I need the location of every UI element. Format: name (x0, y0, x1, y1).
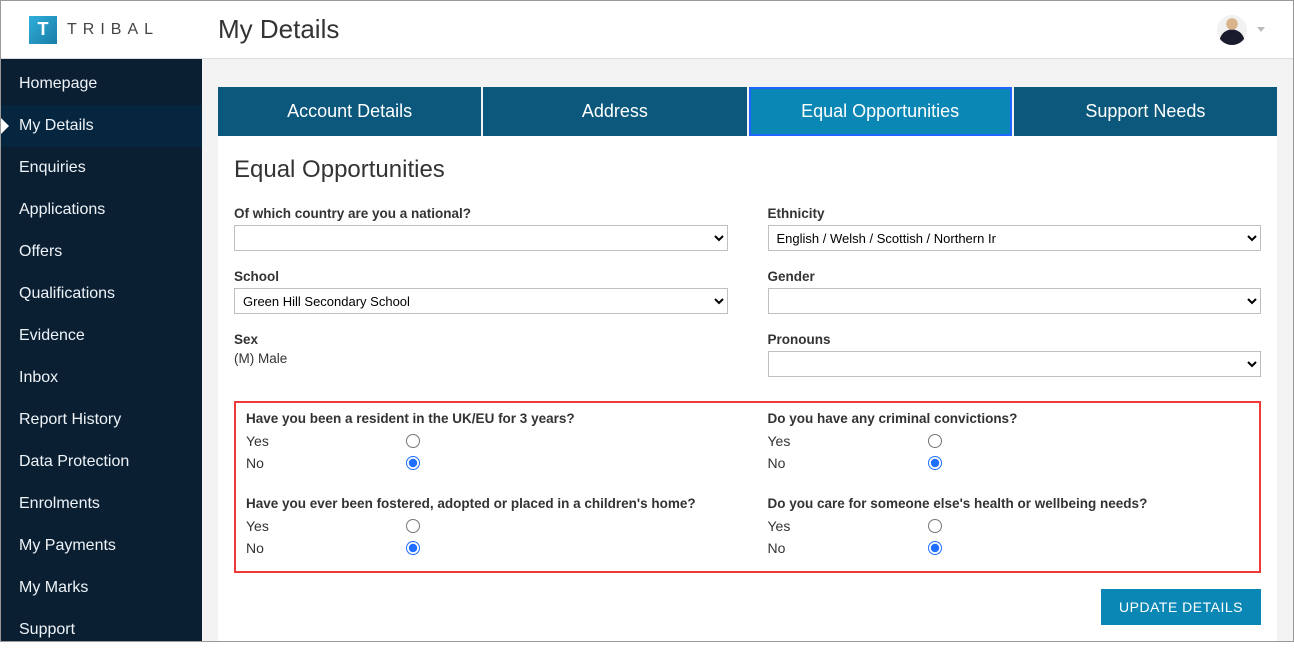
page-title: My Details (202, 14, 1217, 45)
radio-fostered-yes[interactable] (406, 519, 420, 533)
sidebar-item-report-history[interactable]: Report History (1, 399, 202, 441)
field-nationality: Of which country are you a national? (234, 206, 728, 251)
avatar (1217, 15, 1247, 45)
brand: T TRIBAL (1, 16, 202, 44)
option-no-label: No (246, 540, 406, 556)
sidebar-item-label: Support (19, 621, 75, 638)
field-pronouns: Pronouns (768, 332, 1262, 377)
actions: UPDATE DETAILS (234, 589, 1261, 625)
radio-resident-yes[interactable] (406, 434, 420, 448)
tab-equal-opportunities[interactable]: Equal Opportunities (749, 87, 1012, 136)
field-sex: Sex (M) Male (234, 332, 728, 377)
sidebar-item-support[interactable]: Support (1, 609, 202, 651)
radio-carer-yes[interactable] (928, 519, 942, 533)
update-details-button[interactable]: UPDATE DETAILS (1101, 589, 1261, 625)
radio-resident-no[interactable] (406, 456, 420, 470)
radio-criminal-yes[interactable] (928, 434, 942, 448)
sidebar-item-homepage[interactable]: Homepage (1, 63, 202, 105)
brand-name: TRIBAL (67, 21, 159, 39)
content-area: Account Details Address Equal Opportunit… (202, 59, 1293, 641)
sidebar-item-enquiries[interactable]: Enquiries (1, 147, 202, 189)
sidebar-item-label: My Payments (19, 537, 116, 554)
tab-support-needs[interactable]: Support Needs (1014, 87, 1277, 136)
sidebar-item-label: Enquiries (19, 159, 86, 176)
radio-carer-no[interactable] (928, 541, 942, 555)
radio-criminal-no[interactable] (928, 456, 942, 470)
option-yes-label: Yes (246, 433, 406, 449)
label-pronouns: Pronouns (768, 332, 1262, 347)
value-sex: (M) Male (234, 351, 728, 366)
chevron-down-icon (1257, 27, 1265, 32)
sidebar-item-label: My Marks (19, 579, 88, 596)
topbar: T TRIBAL My Details (1, 1, 1293, 59)
tab-address[interactable]: Address (483, 87, 746, 136)
sidebar-item-label: Report History (19, 411, 121, 428)
radio-fostered-no[interactable] (406, 541, 420, 555)
option-yes-label: Yes (246, 518, 406, 534)
option-no-label: No (246, 455, 406, 471)
select-pronouns[interactable] (768, 351, 1262, 377)
question-resident: Have you been a resident in the UK/EU fo… (246, 411, 728, 474)
sidebar-item-label: Inbox (19, 369, 58, 386)
label-school: School (234, 269, 728, 284)
sidebar-item-data-protection[interactable]: Data Protection (1, 441, 202, 483)
sidebar-item-my-details[interactable]: My Details (1, 105, 202, 147)
sidebar-item-label: My Details (19, 117, 94, 134)
sidebar-item-applications[interactable]: Applications (1, 189, 202, 231)
section-heading: Equal Opportunities (234, 156, 1261, 184)
sidebar-item-enrolments[interactable]: Enrolments (1, 483, 202, 525)
question-carer: Do you care for someone else's health or… (768, 496, 1250, 559)
sidebar: Homepage My Details Enquiries Applicatio… (1, 59, 202, 641)
option-yes-label: Yes (768, 518, 928, 534)
question-label: Do you have any criminal convictions? (768, 411, 1250, 426)
question-fostered: Have you ever been fostered, adopted or … (246, 496, 728, 559)
sidebar-item-label: Qualifications (19, 285, 115, 302)
sidebar-item-label: Applications (19, 201, 105, 218)
sidebar-item-label: Homepage (19, 75, 97, 92)
question-label: Do you care for someone else's health or… (768, 496, 1250, 511)
sidebar-item-label: Data Protection (19, 453, 129, 470)
sidebar-item-qualifications[interactable]: Qualifications (1, 273, 202, 315)
tab-account-details[interactable]: Account Details (218, 87, 481, 136)
field-school: School Green Hill Secondary School (234, 269, 728, 314)
sidebar-item-label: Evidence (19, 327, 85, 344)
sidebar-item-offers[interactable]: Offers (1, 231, 202, 273)
label-gender: Gender (768, 269, 1262, 284)
sidebar-item-my-marks[interactable]: My Marks (1, 567, 202, 609)
panel-equal-opportunities: Equal Opportunities Of which country are… (218, 136, 1277, 641)
label-sex: Sex (234, 332, 728, 347)
sidebar-item-inbox[interactable]: Inbox (1, 357, 202, 399)
tabs: Account Details Address Equal Opportunit… (218, 87, 1277, 136)
label-ethnicity: Ethnicity (768, 206, 1262, 221)
user-menu[interactable] (1217, 15, 1275, 45)
select-school[interactable]: Green Hill Secondary School (234, 288, 728, 314)
sidebar-item-label: Offers (19, 243, 62, 260)
question-label: Have you been a resident in the UK/EU fo… (246, 411, 728, 426)
question-criminal: Do you have any criminal convictions? Ye… (768, 411, 1250, 474)
highlight-box: Have you been a resident in the UK/EU fo… (234, 401, 1261, 573)
sidebar-item-label: Enrolments (19, 495, 100, 512)
select-nationality[interactable] (234, 225, 728, 251)
select-ethnicity[interactable]: English / Welsh / Scottish / Northern Ir (768, 225, 1262, 251)
select-gender[interactable] (768, 288, 1262, 314)
sidebar-item-my-payments[interactable]: My Payments (1, 525, 202, 567)
option-yes-label: Yes (768, 433, 928, 449)
option-no-label: No (768, 455, 928, 471)
option-no-label: No (768, 540, 928, 556)
sidebar-item-evidence[interactable]: Evidence (1, 315, 202, 357)
brand-mark: T (29, 16, 57, 44)
field-gender: Gender (768, 269, 1262, 314)
question-label: Have you ever been fostered, adopted or … (246, 496, 728, 511)
field-ethnicity: Ethnicity English / Welsh / Scottish / N… (768, 206, 1262, 251)
label-nationality: Of which country are you a national? (234, 206, 728, 221)
